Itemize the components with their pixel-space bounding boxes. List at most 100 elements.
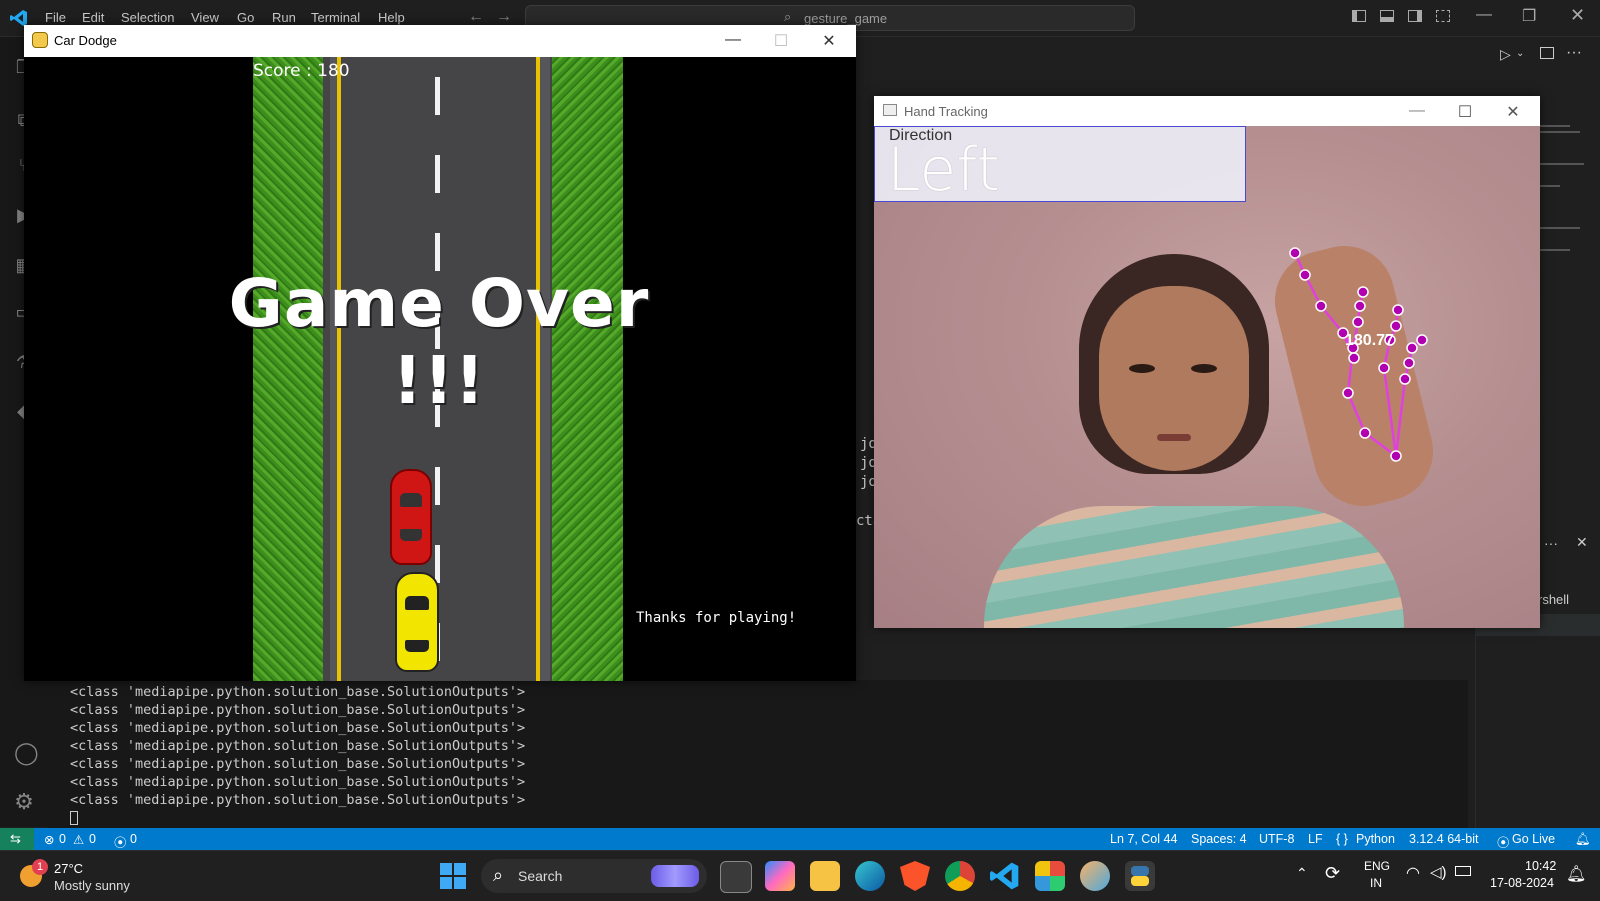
warning-icon[interactable]: ⚠ xyxy=(73,832,84,847)
chrome-icon[interactable] xyxy=(945,861,975,891)
maximize-icon[interactable]: ☐ xyxy=(766,31,796,51)
search-label: Search xyxy=(518,868,563,884)
taskbar-search[interactable]: ⌕ Search xyxy=(481,859,707,893)
vscode-taskbar-icon[interactable] xyxy=(990,861,1020,891)
menu-edit[interactable]: Edit xyxy=(82,10,104,25)
run-icon[interactable]: ▷ xyxy=(1500,46,1511,63)
language-bottom[interactable]: IN xyxy=(1370,876,1382,890)
terminal-line: <class 'mediapipe.python.solution_base.S… xyxy=(70,702,526,718)
menu-file[interactable]: File xyxy=(45,10,66,25)
terminal-output[interactable]: <class 'mediapipe.python.solution_base.S… xyxy=(48,680,1468,828)
webcam-feed[interactable]: 180.77 Direction Left xyxy=(874,126,1540,628)
notification-bell-icon[interactable]: 🔔︎ xyxy=(1566,864,1586,884)
car-dodge-window[interactable]: Car Dodge — ☐ ✕ Score : 180 Game Over !!… xyxy=(24,25,856,681)
maximize-icon[interactable]: ☐ xyxy=(1450,102,1480,122)
nav-forward-icon[interactable]: → xyxy=(496,8,512,26)
toggle-secondary-sidebar-icon[interactable] xyxy=(1408,10,1422,22)
direction-value: Left xyxy=(887,135,1000,205)
warnings-count[interactable]: 0 xyxy=(89,832,96,846)
more-actions-icon[interactable]: ··· xyxy=(1566,44,1582,62)
weather-description[interactable]: Mostly sunny xyxy=(54,878,130,893)
notifications-bell-icon[interactable]: 🔔︎ xyxy=(1575,832,1591,847)
terminal-tab-label[interactable]: rshell xyxy=(1538,592,1569,607)
edge-icon[interactable] xyxy=(855,861,885,891)
weather-temperature[interactable]: 27°C xyxy=(54,861,83,876)
toggle-sidebar-icon[interactable] xyxy=(1352,10,1366,22)
clock-time[interactable]: 10:42 xyxy=(1525,859,1556,873)
pygame-icon xyxy=(32,32,48,48)
settings-gear-icon[interactable]: ⚙ xyxy=(14,789,34,814)
task-view-icon[interactable] xyxy=(720,861,752,893)
golive-button[interactable]: Go Live xyxy=(1512,832,1555,846)
remote-indicator[interactable]: ⇆ xyxy=(0,828,34,850)
accounts-icon[interactable]: ◯ xyxy=(14,740,39,765)
direction-box: Direction Left xyxy=(874,126,1246,205)
hand-tracking-titlebar[interactable]: Hand Tracking — ☐ ✕ xyxy=(874,96,1540,126)
ports-count[interactable]: 0 xyxy=(130,832,137,846)
ports-icon[interactable]: ⦿ xyxy=(114,832,127,851)
nav-back-icon[interactable]: ← xyxy=(468,8,484,26)
search-icon: ⌕ xyxy=(493,865,504,885)
file-explorer-icon[interactable] xyxy=(810,861,840,891)
search-text: gesture_game xyxy=(804,11,888,26)
terminal-line: <class 'mediapipe.python.solution_base.S… xyxy=(70,720,526,736)
minimize-icon[interactable]: — xyxy=(1476,6,1492,24)
close-icon[interactable]: ✕ xyxy=(1498,102,1528,122)
weather-widget[interactable]: 1 xyxy=(18,859,48,889)
encoding[interactable]: UTF-8 xyxy=(1259,832,1294,846)
menu-selection[interactable]: Selection xyxy=(121,10,174,25)
minimize-icon[interactable]: — xyxy=(718,31,748,49)
menu-go[interactable]: Go xyxy=(237,10,254,25)
tray-overflow-icon[interactable]: ⌃ xyxy=(1296,865,1308,882)
menu-help[interactable]: Help xyxy=(378,10,405,25)
wifi-icon[interactable]: ◠ xyxy=(1406,863,1420,883)
end-of-line[interactable]: LF xyxy=(1308,832,1323,846)
brave-icon[interactable] xyxy=(900,861,930,891)
minimize-icon[interactable]: — xyxy=(1402,102,1432,120)
minimap xyxy=(1540,125,1590,285)
clock-date[interactable]: 17-08-2024 xyxy=(1490,876,1554,890)
thanks-text: Thanks for playing! xyxy=(636,610,797,626)
cursor-position[interactable]: Ln 7, Col 44 xyxy=(1110,832,1177,846)
python-icon[interactable] xyxy=(1125,861,1155,891)
menu-view[interactable]: View xyxy=(191,10,219,25)
windows-start-icon[interactable] xyxy=(440,863,466,889)
close-icon[interactable]: ✕ xyxy=(1570,5,1585,26)
terminal-line: <class 'mediapipe.python.solution_base.S… xyxy=(70,684,526,700)
menu-terminal[interactable]: Terminal xyxy=(311,10,360,25)
panel-more-icon[interactable]: ··· xyxy=(1544,535,1558,551)
game-canvas[interactable]: Score : 180 Game Over !!! Thanks for pla… xyxy=(24,57,856,681)
language-icon: { } xyxy=(1336,832,1348,846)
game-over-text: Game Over !!! xyxy=(228,265,650,419)
window-app-icon xyxy=(883,104,897,116)
run-dropdown-icon[interactable]: ⌄ xyxy=(1516,48,1524,59)
copilot-icon[interactable] xyxy=(765,861,795,891)
battery-icon[interactable] xyxy=(1455,866,1471,876)
errors-icon[interactable]: ⊗ xyxy=(44,832,54,847)
language-top[interactable]: ENG xyxy=(1364,859,1390,873)
terminal-line: <class 'mediapipe.python.solution_base.S… xyxy=(70,756,526,772)
menu-run[interactable]: Run xyxy=(272,10,296,25)
python-interpreter[interactable]: 3.12.4 64-bit xyxy=(1409,832,1479,846)
golive-icon: ⦿ xyxy=(1497,836,1510,850)
errors-count[interactable]: 0 xyxy=(59,832,66,846)
store-icon[interactable] xyxy=(1035,861,1065,891)
customize-layout-icon[interactable] xyxy=(1436,10,1450,22)
volume-icon[interactable]: ◁) xyxy=(1430,863,1447,881)
car-dodge-titlebar[interactable]: Car Dodge — ☐ ✕ xyxy=(24,25,856,57)
angle-readout: 180.77 xyxy=(1345,332,1394,349)
language-mode[interactable]: Python xyxy=(1356,832,1395,846)
toggle-panel-icon[interactable] xyxy=(1380,10,1394,22)
close-icon[interactable]: ✕ xyxy=(814,31,844,51)
hand-tracking-window[interactable]: Hand Tracking — ☐ ✕ 180.77 Direction Lef… xyxy=(874,96,1540,628)
status-bar: ⇆ ⊗ 0 ⚠ 0 ⦿ 0 Ln 7, Col 44 Spaces: 4 UTF… xyxy=(0,828,1600,850)
split-editor-icon[interactable] xyxy=(1540,47,1554,59)
weather-badge: 1 xyxy=(32,859,48,875)
app-icon[interactable] xyxy=(1080,861,1110,891)
panel-close-icon[interactable]: ✕ xyxy=(1576,534,1588,551)
terminal-line: <class 'mediapipe.python.solution_base.S… xyxy=(70,792,526,808)
red-car xyxy=(390,469,432,565)
restore-icon[interactable]: ❐ xyxy=(1522,6,1536,26)
indentation[interactable]: Spaces: 4 xyxy=(1191,832,1247,846)
sync-icon[interactable]: ⟳ xyxy=(1325,863,1340,884)
